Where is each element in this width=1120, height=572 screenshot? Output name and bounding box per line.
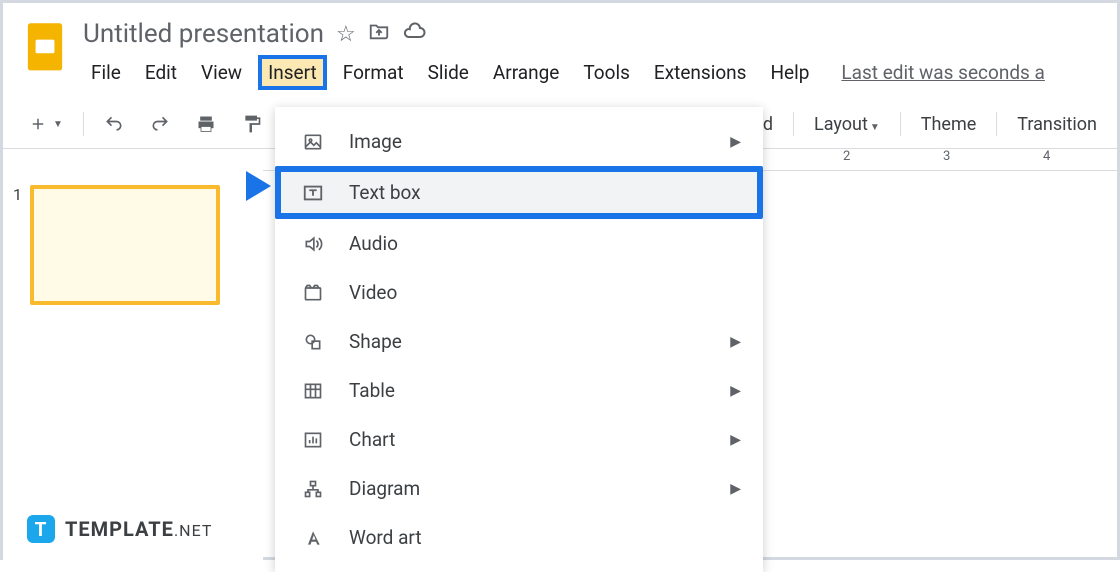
separator bbox=[83, 112, 84, 136]
undo-button[interactable] bbox=[98, 110, 130, 138]
menu-edit[interactable]: Edit bbox=[137, 55, 185, 90]
menu-item-label: Text box bbox=[349, 181, 421, 204]
insert-image-item[interactable]: Image ▶ bbox=[275, 117, 763, 166]
menu-bar: File Edit View Insert Format Slide Arran… bbox=[83, 55, 1097, 90]
last-edit-link[interactable]: Last edit was seconds a bbox=[841, 61, 1045, 84]
annotation-arrow bbox=[191, 161, 271, 215]
menu-item-label: Shape bbox=[349, 330, 402, 353]
menu-item-label: Video bbox=[349, 281, 397, 304]
menu-arrange[interactable]: Arrange bbox=[485, 55, 567, 90]
diagram-icon bbox=[301, 479, 325, 499]
shape-icon bbox=[301, 332, 325, 352]
layout-button[interactable]: Layout▼ bbox=[814, 114, 880, 135]
theme-button[interactable]: Theme bbox=[921, 114, 977, 135]
separator bbox=[900, 112, 901, 136]
separator bbox=[793, 112, 794, 136]
wordart-icon bbox=[301, 528, 325, 548]
menu-help[interactable]: Help bbox=[762, 55, 817, 90]
menu-item-label: Table bbox=[349, 379, 395, 402]
insert-wordart-item[interactable]: Word art bbox=[275, 513, 763, 562]
slides-logo bbox=[23, 19, 67, 79]
audio-icon bbox=[301, 234, 325, 254]
star-icon[interactable]: ☆ bbox=[336, 22, 356, 47]
menu-view[interactable]: View bbox=[193, 55, 250, 90]
video-icon bbox=[301, 283, 325, 303]
menu-item-label: Image bbox=[349, 130, 402, 153]
menu-item-label: Word art bbox=[349, 526, 422, 549]
menu-item-label: Chart bbox=[349, 428, 395, 451]
insert-textbox-item[interactable]: Text box bbox=[275, 166, 763, 219]
submenu-arrow-icon: ▶ bbox=[730, 383, 741, 399]
table-icon bbox=[301, 381, 325, 401]
print-button[interactable] bbox=[190, 110, 222, 138]
menu-extensions[interactable]: Extensions bbox=[646, 55, 755, 90]
menu-insert[interactable]: Insert bbox=[258, 55, 327, 90]
menu-item-label: Diagram bbox=[349, 477, 420, 500]
menu-tools[interactable]: Tools bbox=[575, 55, 638, 90]
cloud-status-icon[interactable] bbox=[402, 19, 426, 49]
document-title[interactable]: Untitled presentation bbox=[83, 19, 324, 49]
submenu-arrow-icon: ▶ bbox=[730, 134, 741, 150]
transition-button[interactable]: Transition bbox=[1017, 114, 1097, 135]
chevron-down-icon: ▼ bbox=[53, 119, 63, 130]
insert-dropdown-menu: Image ▶ Text box Audio Video Shape ▶ Tab… bbox=[275, 107, 763, 572]
slide-number: 1 bbox=[13, 185, 22, 305]
chevron-down-icon: ▼ bbox=[870, 122, 880, 133]
textbox-icon bbox=[301, 182, 325, 204]
submenu-arrow-icon: ▶ bbox=[730, 481, 741, 497]
slide-panel: 1 bbox=[3, 171, 263, 565]
chart-icon bbox=[301, 430, 325, 450]
menu-slide[interactable]: Slide bbox=[420, 55, 477, 90]
image-icon bbox=[301, 132, 325, 152]
menu-file[interactable]: File bbox=[83, 55, 129, 90]
insert-chart-item[interactable]: Chart ▶ bbox=[275, 415, 763, 464]
insert-video-item[interactable]: Video bbox=[275, 268, 763, 317]
menu-item-label: Audio bbox=[349, 232, 398, 255]
menu-format[interactable]: Format bbox=[335, 55, 412, 90]
insert-shape-item[interactable]: Shape ▶ bbox=[275, 317, 763, 366]
watermark-badge-icon: T bbox=[27, 515, 55, 543]
separator bbox=[996, 112, 997, 136]
move-folder-icon[interactable] bbox=[368, 20, 390, 48]
insert-table-item[interactable]: Table ▶ bbox=[275, 366, 763, 415]
watermark: T TEMPLATE.NET bbox=[27, 515, 212, 543]
submenu-arrow-icon: ▶ bbox=[730, 432, 741, 448]
new-slide-button[interactable]: ▼ bbox=[23, 111, 69, 137]
submenu-arrow-icon: ▶ bbox=[730, 334, 741, 350]
insert-diagram-item[interactable]: Diagram ▶ bbox=[275, 464, 763, 513]
paint-format-button[interactable] bbox=[236, 110, 268, 138]
insert-audio-item[interactable]: Audio bbox=[275, 219, 763, 268]
redo-button[interactable] bbox=[144, 110, 176, 138]
